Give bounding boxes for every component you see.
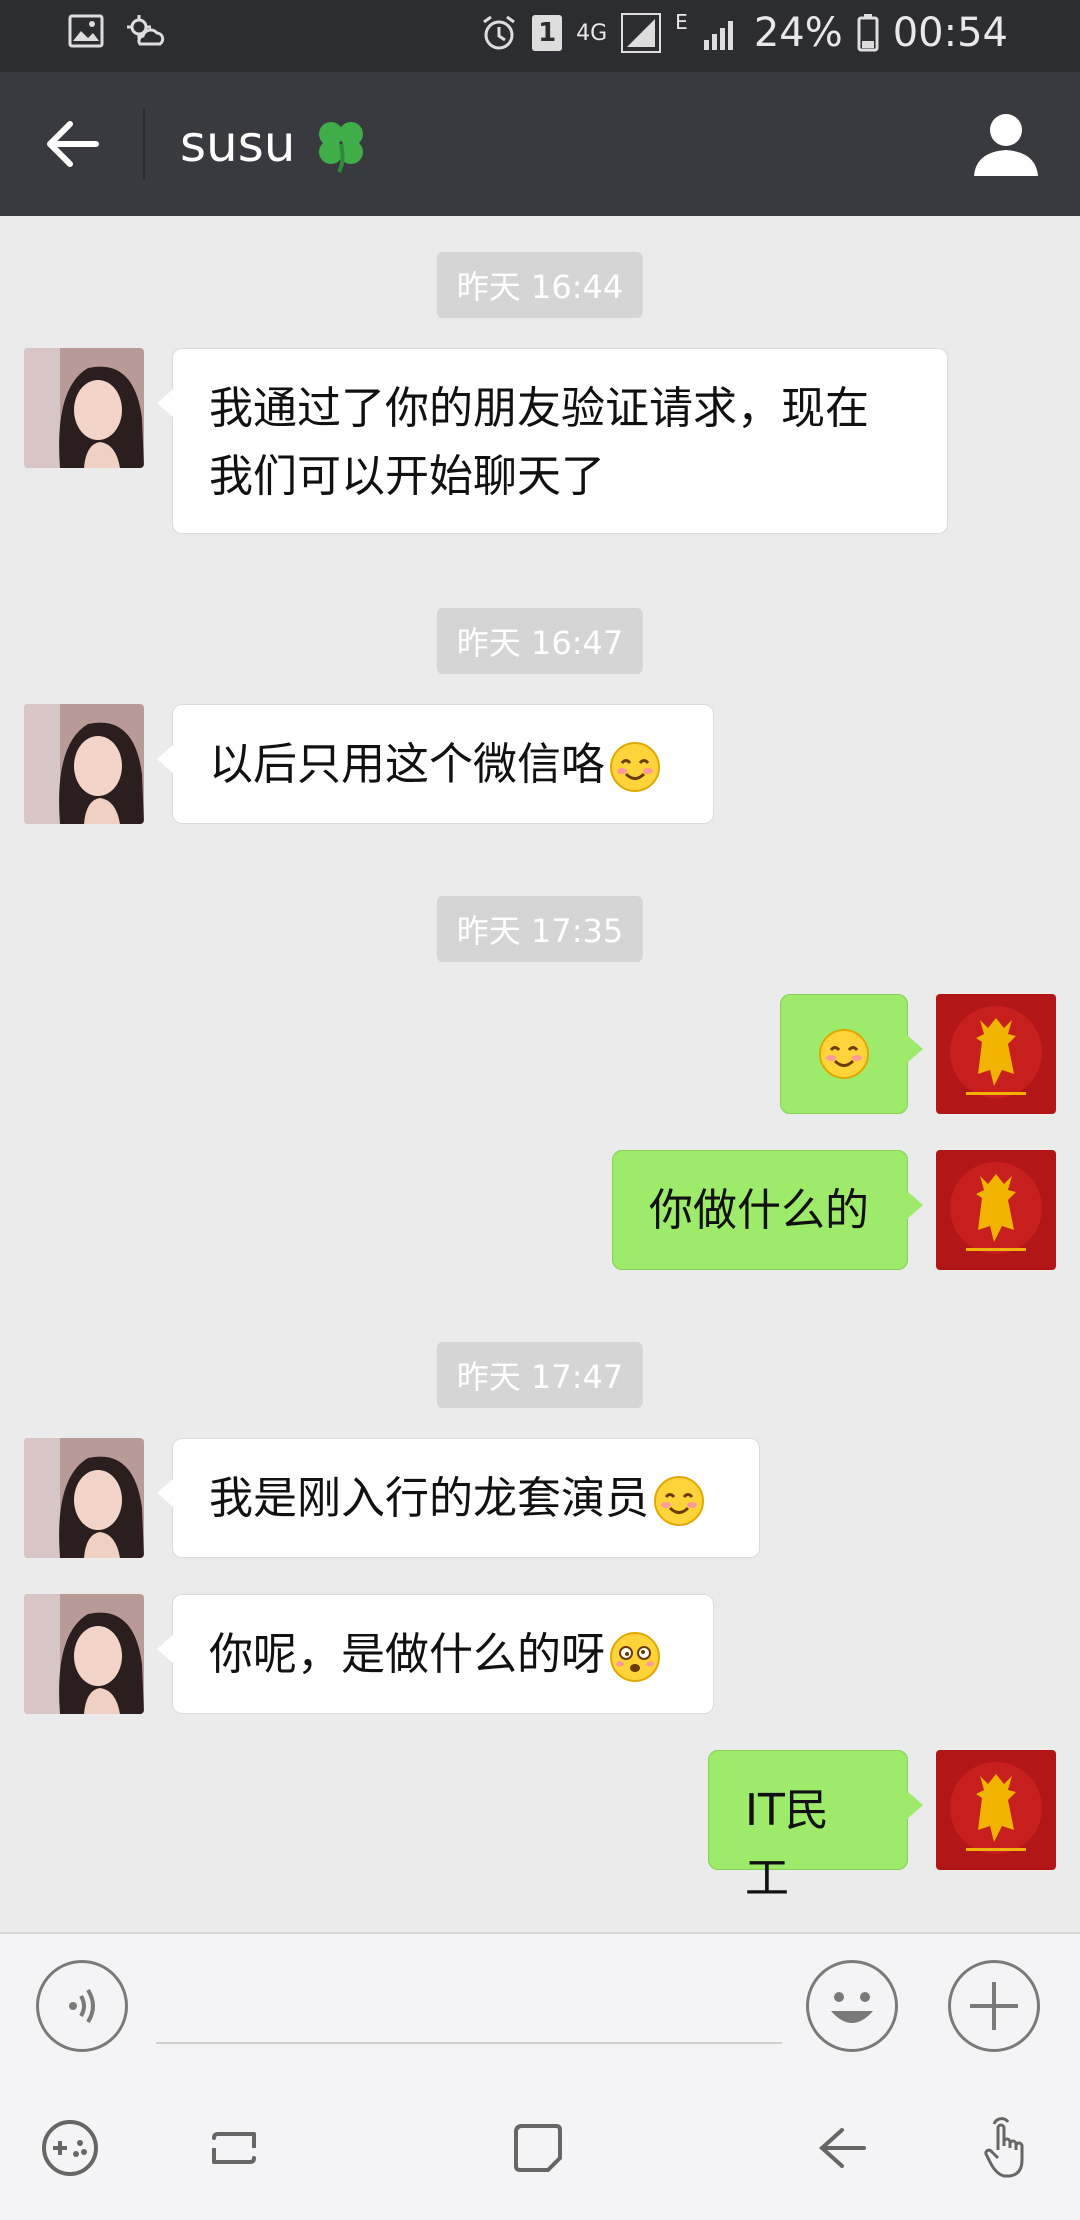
battery-icon [857, 14, 879, 52]
network-type-label: 4G [576, 20, 608, 46]
dizzy-face-emoji-icon [610, 1632, 660, 1682]
hand-pointer-icon [984, 2117, 1024, 2178]
more-options-button[interactable] [948, 1960, 1040, 2052]
home-button[interactable] [502, 2112, 574, 2184]
blush-smile-emoji-icon [654, 1476, 704, 1526]
blush-smile-emoji-icon [819, 1029, 869, 1079]
timestamp: 昨天 16:47 [436, 608, 644, 674]
recent-apps-button[interactable] [198, 2112, 270, 2184]
outgoing-message-bubble[interactable] [780, 994, 923, 1114]
input-bar [0, 1932, 1080, 2076]
alarm-icon [480, 14, 518, 52]
message-text: IT民工 [745, 1785, 829, 1904]
gallery-notification-icon [68, 14, 104, 48]
voice-icon [69, 1988, 95, 2024]
message-text: 你做什么的 [649, 1185, 869, 1236]
sim-badge-icon: 1 [532, 15, 563, 51]
back-button[interactable] [30, 108, 114, 180]
data-type-label: E [675, 10, 688, 34]
game-tools-button[interactable] [34, 2112, 106, 2184]
incoming-message-bubble[interactable]: 我是刚入行的龙套演员 [157, 1438, 760, 1558]
message-input[interactable] [156, 1960, 782, 2044]
recents-icon [212, 2132, 256, 2164]
contact-avatar[interactable] [24, 704, 144, 824]
contact-profile-button[interactable] [968, 106, 1044, 182]
emoji-button[interactable] [806, 1960, 898, 2052]
timestamp: 昨天 17:47 [436, 1342, 644, 1408]
timestamp: 昨天 17:35 [436, 896, 644, 962]
smiley-icon [831, 1992, 873, 2023]
signal-bars-icon [702, 16, 740, 50]
outgoing-message-bubble[interactable]: 你做什么的 [612, 1150, 923, 1270]
clock-time: 00:54 [892, 10, 1008, 56]
home-square-icon [514, 2124, 562, 2172]
message-text: 我通过了你的朋友验证请求，现在我们可以开始聊天了 [209, 383, 869, 502]
contact-name: susu [180, 115, 296, 173]
back-nav-button[interactable] [806, 2112, 878, 2184]
chat-title: susu [180, 112, 373, 176]
nav-back-icon [819, 2128, 866, 2168]
message-text: 你呢，是做什么的呀 [209, 1629, 605, 1680]
contact-avatar[interactable] [24, 1438, 144, 1558]
incoming-message-bubble[interactable]: 你呢，是做什么的呀 [157, 1594, 714, 1714]
timestamp: 昨天 16:44 [436, 252, 644, 318]
chat-header: susu [0, 72, 1080, 216]
my-avatar[interactable] [936, 994, 1056, 1114]
message-text: 我是刚入行的龙套演员 [209, 1473, 649, 1524]
arrow-left-icon [47, 121, 99, 167]
signal-icon [621, 13, 662, 53]
incoming-message-bubble[interactable]: 以后只用这个微信咯 [157, 704, 714, 824]
battery-percent: 24% [753, 10, 843, 56]
person-icon [974, 114, 1038, 176]
my-avatar[interactable] [936, 1750, 1056, 1870]
incoming-message-bubble[interactable]: 我通过了你的朋友验证请求，现在我们可以开始聊天了 [157, 348, 948, 534]
outgoing-message-bubble[interactable]: IT民工 [708, 1750, 923, 1904]
status-bar: 1 4G E 24% 00:54 [0, 0, 1080, 72]
voice-input-button[interactable] [36, 1960, 128, 2052]
header-divider [143, 108, 145, 180]
blush-smile-emoji-icon [610, 742, 660, 792]
system-nav-bar [0, 2076, 1080, 2220]
message-text: 以后只用这个微信咯 [209, 739, 605, 790]
touch-gesture-button[interactable] [972, 2112, 1044, 2184]
my-avatar[interactable] [936, 1150, 1056, 1270]
contact-avatar[interactable] [24, 1594, 144, 1714]
contact-avatar[interactable] [24, 348, 144, 468]
four-leaf-clover-icon [319, 122, 364, 173]
message-list[interactable]: 昨天 16:44 我通过了你的朋友验证请求，现在我们可以开始聊天了 昨天 16:… [0, 216, 1080, 1932]
plus-icon [970, 1982, 1018, 2030]
weather-icon [126, 14, 166, 48]
gamepad-icon [42, 2120, 98, 2176]
